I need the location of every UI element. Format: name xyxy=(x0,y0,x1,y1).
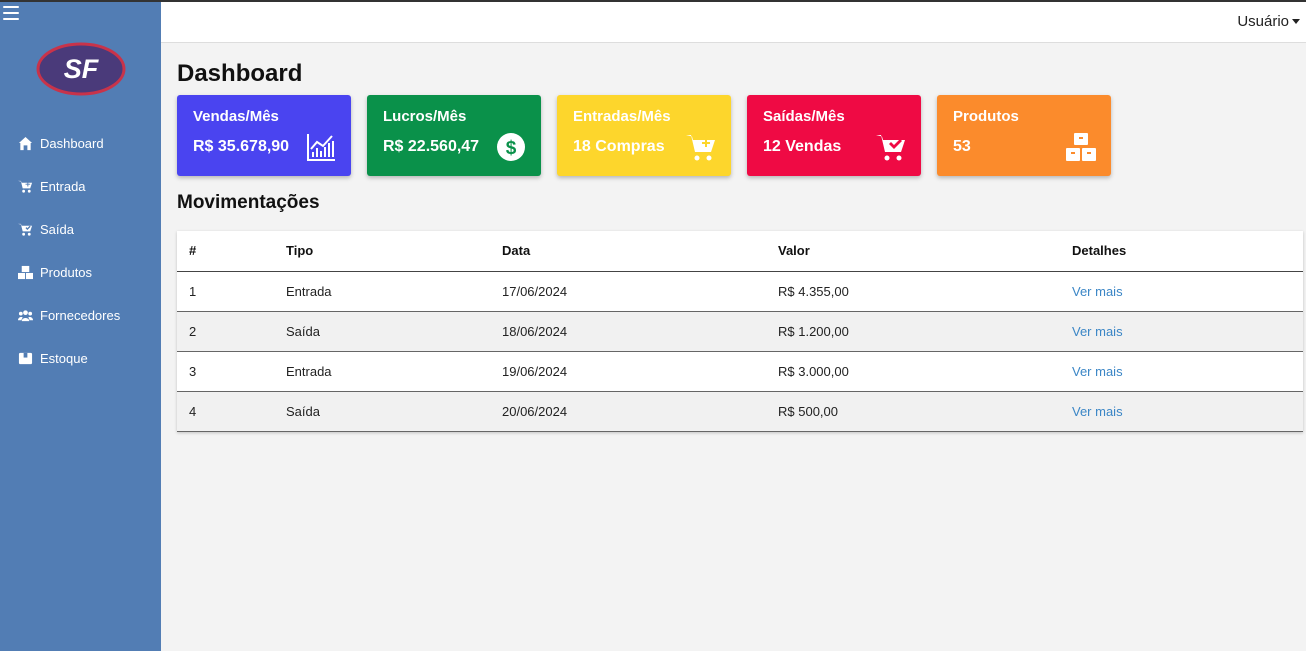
home-icon xyxy=(17,136,33,152)
column-header: Detalhes xyxy=(1060,231,1303,272)
cell-id: 1 xyxy=(177,271,274,312)
column-header: Data xyxy=(490,231,766,272)
table-row: 4 Saída 20/06/2024 R$ 500,00 Ver mais xyxy=(177,391,1303,432)
sidebar-nav: Dashboard Entrada Saída Produtos Fornece… xyxy=(0,122,161,380)
hamburger-menu-icon[interactable] xyxy=(3,6,19,20)
users-icon xyxy=(17,308,33,324)
cell-id: 4 xyxy=(177,391,274,432)
section-title: Movimentações xyxy=(177,192,320,213)
cell-detalhes: Ver mais xyxy=(1060,271,1303,312)
cell-data: 17/06/2024 xyxy=(490,271,766,312)
sidebar-item-saida[interactable]: Saída xyxy=(0,208,161,251)
sidebar-item-label: Entrada xyxy=(40,179,86,194)
sidebar-item-label: Saída xyxy=(40,222,74,237)
logo: SF xyxy=(36,42,126,96)
cell-id: 3 xyxy=(177,351,274,392)
cell-tipo: Saída xyxy=(274,391,490,432)
column-header: Valor xyxy=(766,231,1060,272)
cell-detalhes: Ver mais xyxy=(1060,391,1303,432)
sidebar-item-label: Produtos xyxy=(40,265,93,280)
sidebar: SF Dashboard Entrada Saída Produtos Forn… xyxy=(0,2,161,651)
cell-data: 18/06/2024 xyxy=(490,311,766,352)
boxes-icon xyxy=(1065,131,1097,163)
sidebar-item-dashboard[interactable]: Dashboard xyxy=(0,122,161,165)
cell-tipo: Saída xyxy=(274,311,490,352)
card-lucros: Lucros/Mês R$ 22.560,47 $ xyxy=(367,95,541,176)
sidebar-item-label: Estoque xyxy=(40,351,88,366)
card-value: R$ 35.678,90 xyxy=(193,138,290,155)
ver-mais-link[interactable]: Ver mais xyxy=(1072,364,1123,379)
card-title: Lucros/Mês xyxy=(383,108,467,125)
ver-mais-link[interactable]: Ver mais xyxy=(1072,404,1123,419)
user-menu-label: Usuário xyxy=(1237,13,1289,30)
sidebar-item-label: Fornecedores xyxy=(40,308,121,323)
cell-detalhes: Ver mais xyxy=(1060,311,1303,352)
cell-id: 2 xyxy=(177,311,274,352)
user-menu-dropdown[interactable]: Usuário xyxy=(1237,13,1300,30)
card-title: Produtos xyxy=(953,108,1019,125)
cart-check-icon xyxy=(875,131,907,163)
cart-in-icon xyxy=(17,179,33,195)
logo-text: SF xyxy=(64,54,100,84)
sidebar-item-produtos[interactable]: Produtos xyxy=(0,251,161,294)
cart-out-icon xyxy=(17,222,33,238)
card-produtos: Produtos 53 xyxy=(937,95,1111,176)
page-title: Dashboard xyxy=(177,60,303,87)
svg-text:$: $ xyxy=(506,138,517,159)
boxes-icon xyxy=(17,265,33,281)
card-entradas: Entradas/Mês 18 Compras xyxy=(557,95,731,176)
cell-valor: R$ 500,00 xyxy=(766,391,1060,432)
sidebar-item-label: Dashboard xyxy=(40,136,104,151)
ver-mais-link[interactable]: Ver mais xyxy=(1072,284,1123,299)
card-saidas: Saídas/Mês 12 Vendas xyxy=(747,95,921,176)
column-header: Tipo xyxy=(274,231,490,272)
card-title: Entradas/Mês xyxy=(573,108,671,125)
card-title: Vendas/Mês xyxy=(193,108,279,125)
cell-tipo: Entrada xyxy=(274,271,490,312)
table-header-row: # Tipo Data Valor Detalhes xyxy=(177,231,1303,272)
dollar-icon: $ xyxy=(495,131,527,163)
card-value: 12 Vendas xyxy=(763,138,842,155)
card-value: 53 xyxy=(953,138,971,155)
top-bar: Usuário xyxy=(161,2,1306,43)
sidebar-item-entrada[interactable]: Entrada xyxy=(0,165,161,208)
card-vendas: Vendas/Mês R$ 35.678,90 xyxy=(177,95,351,176)
warehouse-icon xyxy=(17,351,33,367)
ver-mais-link[interactable]: Ver mais xyxy=(1072,324,1123,339)
cell-valor: R$ 1.200,00 xyxy=(766,311,1060,352)
table-row: 1 Entrada 17/06/2024 R$ 4.355,00 Ver mai… xyxy=(177,271,1303,312)
cell-data: 20/06/2024 xyxy=(490,391,766,432)
summary-cards: Vendas/Mês R$ 35.678,90 Lucros/Mês R$ 22… xyxy=(177,95,1111,176)
cell-tipo: Entrada xyxy=(274,351,490,392)
caret-down-icon xyxy=(1292,19,1300,24)
movements-table: # Tipo Data Valor Detalhes 1 Entrada 17/… xyxy=(177,231,1303,432)
sidebar-item-fornecedores[interactable]: Fornecedores xyxy=(0,294,161,337)
column-header: # xyxy=(177,231,274,272)
cart-plus-icon xyxy=(685,131,717,163)
cell-valor: R$ 3.000,00 xyxy=(766,351,1060,392)
card-value: R$ 22.560,47 xyxy=(383,138,480,155)
card-title: Saídas/Mês xyxy=(763,108,845,125)
table-row: 3 Entrada 19/06/2024 R$ 3.000,00 Ver mai… xyxy=(177,351,1303,392)
cell-valor: R$ 4.355,00 xyxy=(766,271,1060,312)
cell-detalhes: Ver mais xyxy=(1060,351,1303,392)
card-value: 18 Compras xyxy=(573,138,665,155)
cell-data: 19/06/2024 xyxy=(490,351,766,392)
chart-icon xyxy=(305,131,337,163)
table-row: 2 Saída 18/06/2024 R$ 1.200,00 Ver mais xyxy=(177,311,1303,352)
sidebar-item-estoque[interactable]: Estoque xyxy=(0,337,161,380)
